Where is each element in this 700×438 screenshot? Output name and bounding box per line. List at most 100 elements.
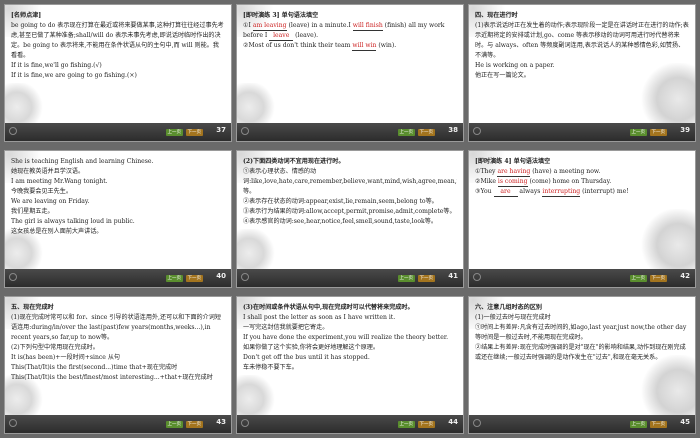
next-page-button[interactable]: 下一页 [417,275,435,282]
slide-text-line: ①I am leaving (leave) in a minute.I will… [243,22,445,41]
slide-text-line: 一写完这封信我就要把它寄走。 [243,324,329,331]
slide-thumbnail-39[interactable]: 四、现在进行时 (1)表示说话时正在发生着的动作;表示现阶段一定是在讲话时正在进行… [468,4,696,142]
slide-thumbnail-37[interactable]: [名师点津] be going to do 表示现在打算在最近或将来要做某事,这种… [4,4,232,142]
slide-text-line: If you have done the experiment,you will… [243,334,449,341]
slide-icon [241,273,249,281]
slide-footer: 上一页 下一页 37 [5,123,231,141]
answer-blank: interrupting [542,188,581,197]
slide-thumbnail-38[interactable]: [即时演练 3] 单句语法填空 ①I am leaving (leave) in … [236,4,464,142]
next-page-button[interactable]: 下一页 [417,421,435,428]
slide-body: 四、现在进行时 (1)表示说话时正在发生着的动作;表示现阶段一定是在讲话时正在进行… [475,11,689,121]
slide-thumbnail-41[interactable]: (2)下面四类动词不宜用现在进行时。 ①表示心理状态、情感的动词:like,lov… [236,150,464,288]
prev-page-button[interactable]: 上一页 [165,421,183,428]
slide-text-line: This(That/It)is the best/finest/most int… [11,374,213,381]
slide-text-line: ①They are having (have) a meeting now. [475,168,601,177]
answer-blank: will win [352,42,377,51]
slide-body: [即时演练 4] 单句语法填空 ①They are having (have) a… [475,157,689,267]
slide-text-line: be going to do 表示现在打算在最近或将来要做某事,这种打算往往经过… [11,22,224,59]
next-page-button[interactable]: 下一页 [649,275,667,282]
slide-text-line: (2)下列句型中常用现在完成时。 [11,344,99,351]
slide-text-line: (2)下面四类动词不宜用现在进行时。 [243,158,345,165]
page-number: 43 [216,418,226,426]
slide-text-line: ④表示感官的动词:see,hear,notice,feel,smell,soun… [243,218,437,225]
slide-body: [名师点津] be going to do 表示现在打算在最近或将来要做某事,这种… [11,11,225,121]
slide-footer: 上一页 下一页 40 [5,269,231,287]
answer-blank: am leaving [252,22,287,31]
prev-page-button[interactable]: 上一页 [629,275,647,282]
slide-icon [473,127,481,135]
slide-icon [9,273,17,281]
next-page-button[interactable]: 下一页 [649,421,667,428]
slide-sorter-grid: [名师点津] be going to do 表示现在打算在最近或将来要做某事,这种… [0,0,700,438]
slide-text-line: 我们星期五走。 [11,208,54,215]
slide-thumbnail-40[interactable]: She is teaching English and learning Chi… [4,150,232,288]
answer-blank: will finish [352,22,383,31]
slide-text-line: Don't get off the bus until it has stopp… [243,354,370,361]
slide-footer: 上一页 下一页 38 [237,123,463,141]
slide-text-line: 六、注意几组时态的区别 [475,304,543,311]
slide-text-line: I am meeting Mr.Wang tonight. [11,178,108,185]
prev-page-button[interactable]: 上一页 [397,421,415,428]
slide-icon [241,419,249,427]
slide-body: [即时演练 3] 单句语法填空 ①I am leaving (leave) in … [243,11,457,121]
next-page-button[interactable]: 下一页 [185,421,203,428]
slide-thumbnail-44[interactable]: (3)在时间或条件状语从句中,现在完成时可以代替将来完成时。 I shall po… [236,296,464,434]
slide-text-line: [即时演练 3] 单句语法填空 [243,12,319,19]
slide-text-line: [名师点津] [11,12,42,19]
page-number: 41 [448,272,458,280]
prev-page-button[interactable]: 上一页 [165,275,183,282]
slide-icon [241,127,249,135]
slide-text-line: ③表示行为结果的动词:allow,accept,permit,promise,a… [243,208,456,215]
slide-text-line: ①时间上有差异:凡含有过去时间的,如ago,last year,just now… [475,324,687,341]
slide-text-line: [即时演练 4] 单句语法填空 [475,158,551,165]
slide-footer: 上一页 下一页 42 [469,269,695,287]
slide-body: 五、现在完成时 (1)现在完成时常可以和 for、since 引导的状语连用外,还… [11,303,225,413]
slide-thumbnail-43[interactable]: 五、现在完成时 (1)现在完成时常可以和 for、since 引导的状语连用外,还… [4,296,232,434]
slide-body: (2)下面四类动词不宜用现在进行时。 ①表示心理状态、情感的动词:like,lov… [243,157,457,267]
prev-page-button[interactable]: 上一页 [629,421,647,428]
slide-text-line: If it is fine,we'll go fishing.(√) [11,62,102,69]
slide-text-line: It is(has been)+一段时间+since 从句 [11,354,121,361]
next-page-button[interactable]: 下一页 [417,129,435,136]
page-number: 38 [448,126,458,134]
slide-body: She is teaching English and learning Chi… [11,157,225,267]
slide-text-line: 如果你做了这个实验,你将会更好地理解这个原理。 [243,344,379,351]
page-number: 42 [680,272,690,280]
prev-page-button[interactable]: 上一页 [629,129,647,136]
prev-page-button[interactable]: 上一页 [397,275,415,282]
page-number: 39 [680,126,690,134]
slide-text-line: (1)一般过去时与现在完成时 [475,314,551,321]
slide-text-line: ②结果上有差异:现在完成时强调的是对"现在"的影响和结果,动作到现在刚完成或还在… [475,344,686,361]
slide-icon [9,419,17,427]
slide-text-line: 车未停稳不要下车。 [243,364,298,371]
slide-thumbnail-42[interactable]: [即时演练 4] 单句语法填空 ①They are having (have) a… [468,150,696,288]
slide-text-line: The girl is always talking loud in publi… [11,218,135,225]
prev-page-button[interactable]: 上一页 [165,129,183,136]
slide-text-line: 今晚我要会见王先生。 [11,188,72,195]
slide-text-line: (3)在时间或条件状语从句中,现在完成时可以代替将来完成时。 [243,304,414,311]
slide-footer: 上一页 下一页 43 [5,415,231,433]
slide-footer: 上一页 下一页 41 [237,269,463,287]
slide-text-line: (1)现在完成时常可以和 for、since 引导的状语连用外,还可以和下面的介… [11,314,221,341]
answer-blank: are [493,188,518,197]
slide-body: (3)在时间或条件状语从句中,现在完成时可以代替将来完成时。 I shall po… [243,303,457,413]
answer-blank: is coming [497,178,528,187]
slide-thumbnail-45[interactable]: 六、注意几组时态的区别 (1)一般过去时与现在完成时 ①时间上有差异:凡含有过去时间… [468,296,696,434]
next-page-button[interactable]: 下一页 [185,275,203,282]
slide-text-line: We are leaving on Friday. [11,198,90,205]
next-page-button[interactable]: 下一页 [185,129,203,136]
next-page-button[interactable]: 下一页 [649,129,667,136]
slide-text-line: 她现在教英语并且学汉语。 [11,168,85,175]
slide-text-line: 五、现在完成时 [11,304,54,311]
slide-footer: 上一页 下一页 45 [469,415,695,433]
slide-icon [473,419,481,427]
slide-text-line: I shall post the letter as soon as I hav… [243,314,396,321]
page-number: 40 [216,272,226,280]
page-number: 45 [680,418,690,426]
slide-text-line: ②Most of us don't think their team will … [243,42,397,51]
prev-page-button[interactable]: 上一页 [397,129,415,136]
slide-footer: 上一页 下一页 39 [469,123,695,141]
slide-icon [9,127,17,135]
slide-icon [473,273,481,281]
slide-text-line: ②Mike is coming (come) home on Thursday. [475,178,612,187]
